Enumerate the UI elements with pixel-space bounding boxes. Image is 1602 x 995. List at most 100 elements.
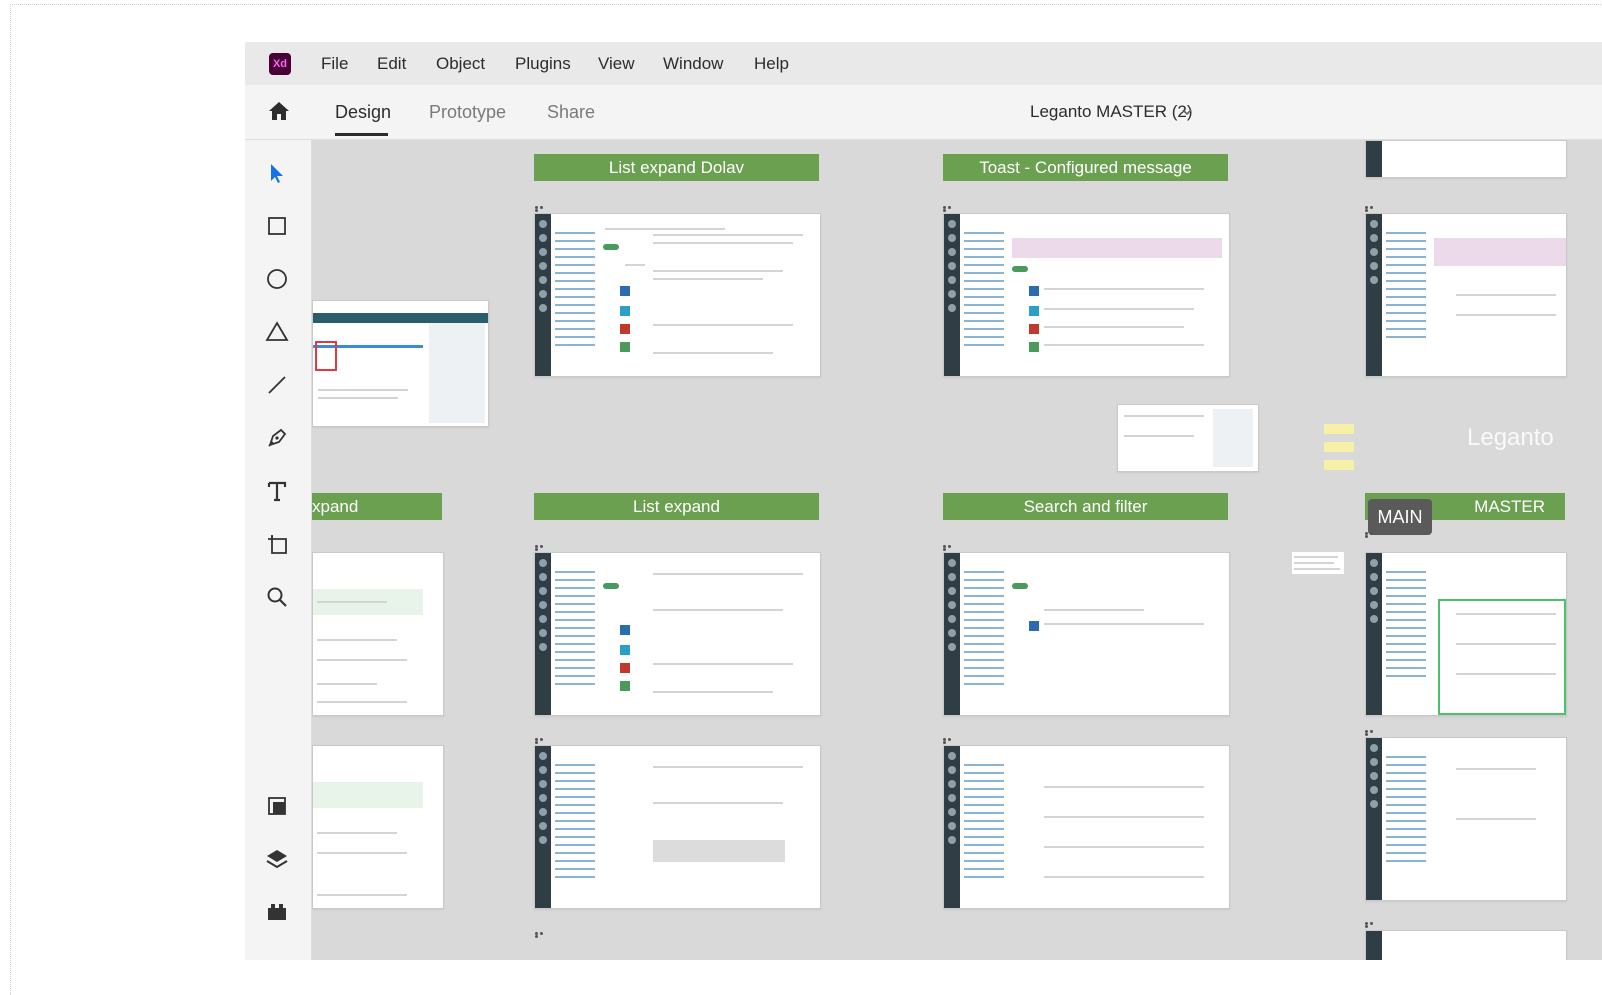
artboard-thumb bbox=[620, 342, 630, 352]
tab-prototype[interactable]: Prototype bbox=[429, 102, 506, 123]
artboard-search-filter-2[interactable] bbox=[943, 745, 1230, 909]
artboard-search-filter[interactable] bbox=[943, 552, 1230, 716]
menu-view[interactable]: View bbox=[598, 54, 635, 74]
chevron-down-icon[interactable] bbox=[1180, 105, 1194, 119]
artboard-list-expand[interactable] bbox=[534, 552, 821, 716]
more-options-icon[interactable] bbox=[535, 932, 549, 938]
artboard-sidebar bbox=[944, 214, 960, 376]
menu-plugins[interactable]: Plugins bbox=[515, 54, 571, 74]
artboard-nav-list bbox=[1382, 565, 1430, 715]
mode-tab-bar: Design Prototype Share Leganto MASTER (2… bbox=[245, 85, 1602, 140]
more-options-icon[interactable] bbox=[535, 206, 549, 212]
artboard-badge bbox=[1012, 583, 1028, 589]
more-options-icon[interactable] bbox=[943, 545, 957, 551]
select-tool-icon[interactable] bbox=[264, 160, 290, 186]
artboard-nav-list bbox=[960, 758, 1008, 908]
artboard-text-line bbox=[625, 264, 645, 266]
leganto-watermark: Leganto bbox=[1467, 424, 1554, 451]
xd-app-icon[interactable]: Xd bbox=[269, 53, 291, 75]
rectangle-tool-icon[interactable] bbox=[264, 213, 290, 239]
artboard-thumb bbox=[620, 645, 630, 655]
more-options-icon[interactable] bbox=[1365, 532, 1379, 538]
artboard-thumb bbox=[620, 324, 630, 334]
more-options-icon[interactable] bbox=[1365, 922, 1379, 928]
artboard-right-4[interactable] bbox=[1365, 930, 1567, 960]
artboard-text-line bbox=[653, 234, 803, 236]
line-tool-icon[interactable] bbox=[264, 372, 290, 398]
reference-screenshot[interactable] bbox=[312, 300, 489, 427]
artboard-thumb bbox=[1029, 324, 1039, 334]
artboard-tool-icon[interactable] bbox=[264, 531, 290, 557]
reference-screenshot[interactable] bbox=[1117, 404, 1259, 472]
xd-window: Xd File Edit Object Plugins View Window … bbox=[245, 42, 1602, 960]
artboard-list-expand-2[interactable] bbox=[534, 745, 821, 909]
sticky-note[interactable] bbox=[1324, 460, 1354, 470]
artboard-thumb bbox=[620, 625, 630, 635]
assets-icon[interactable] bbox=[264, 793, 290, 819]
tab-design[interactable]: Design bbox=[335, 102, 391, 123]
plugins-icon[interactable] bbox=[264, 899, 290, 925]
artboard-nav-list bbox=[551, 758, 599, 908]
more-options-icon[interactable] bbox=[535, 738, 549, 744]
artboard-text-line bbox=[653, 691, 773, 693]
artboard-text-line bbox=[653, 242, 793, 244]
artboard-text-line bbox=[1044, 326, 1184, 328]
home-icon[interactable] bbox=[267, 99, 291, 123]
artboard-text-line bbox=[1456, 294, 1556, 296]
artboard-expand-partial-2[interactable] bbox=[312, 745, 444, 909]
artboard-sidebar bbox=[1366, 214, 1382, 376]
artboard-dropzone bbox=[653, 840, 785, 862]
artboard-thumb bbox=[1029, 621, 1039, 631]
artboard-thumb bbox=[620, 663, 630, 673]
more-options-icon[interactable] bbox=[1365, 730, 1379, 736]
comment-note[interactable] bbox=[1292, 552, 1344, 574]
menu-file[interactable]: File bbox=[321, 54, 348, 74]
artboard-list-expand-dolav[interactable] bbox=[534, 213, 821, 377]
artboard-toast[interactable] bbox=[943, 213, 1230, 377]
sticky-note[interactable] bbox=[1324, 424, 1354, 434]
more-options-icon[interactable] bbox=[535, 545, 549, 551]
layers-icon[interactable] bbox=[264, 846, 290, 872]
tab-share[interactable]: Share bbox=[547, 102, 595, 123]
menu-window[interactable]: Window bbox=[663, 54, 723, 74]
artboard-text-line bbox=[653, 573, 803, 575]
artboard-label-list-expand[interactable]: List expand bbox=[534, 493, 819, 520]
artboard-sidebar bbox=[535, 553, 551, 715]
artboard-thumbnail[interactable] bbox=[1365, 140, 1567, 178]
polygon-tool-icon[interactable] bbox=[264, 319, 290, 345]
artboard-sidebar bbox=[1366, 738, 1382, 900]
artboard-thumb bbox=[1029, 306, 1039, 316]
artboard-label-list-expand-dolav[interactable]: List expand Dolav bbox=[534, 154, 819, 181]
artboard-master[interactable] bbox=[1365, 552, 1567, 716]
artboard-text-line bbox=[1456, 314, 1556, 316]
artboard-label-expand[interactable]: xpand bbox=[312, 493, 442, 520]
pen-tool-icon[interactable] bbox=[264, 425, 290, 451]
artboard-expand-partial[interactable] bbox=[312, 552, 444, 716]
menu-object[interactable]: Object bbox=[436, 54, 485, 74]
main-badge[interactable]: MAIN bbox=[1368, 499, 1432, 535]
artboard-text-line bbox=[605, 228, 725, 230]
artboard-text-line bbox=[653, 609, 783, 611]
artboard-sidebar bbox=[1366, 931, 1382, 960]
tools-panel bbox=[245, 140, 312, 960]
more-options-icon[interactable] bbox=[943, 206, 957, 212]
sticky-note[interactable] bbox=[1324, 442, 1354, 452]
more-options-icon[interactable] bbox=[943, 738, 957, 744]
menu-bar: Xd File Edit Object Plugins View Window … bbox=[245, 42, 1602, 86]
artboard-thumb bbox=[620, 681, 630, 691]
artboard-right-1[interactable] bbox=[1365, 213, 1567, 377]
selected-region bbox=[1438, 599, 1566, 715]
design-canvas[interactable]: List expand Dolav Toast - Configured mes… bbox=[312, 140, 1602, 960]
artboard-right-3[interactable] bbox=[1365, 737, 1567, 901]
menu-edit[interactable]: Edit bbox=[377, 54, 406, 74]
active-tab-indicator bbox=[335, 133, 388, 136]
artboard-thumb bbox=[1029, 286, 1039, 296]
artboard-label-toast[interactable]: Toast - Configured message bbox=[943, 154, 1228, 181]
menu-help[interactable]: Help bbox=[754, 54, 789, 74]
text-tool-icon[interactable] bbox=[264, 478, 290, 504]
zoom-tool-icon[interactable] bbox=[264, 584, 290, 610]
artboard-label-search-filter[interactable]: Search and filter bbox=[943, 493, 1228, 520]
more-options-icon[interactable] bbox=[1365, 206, 1379, 212]
ellipse-tool-icon[interactable] bbox=[264, 266, 290, 292]
document-title[interactable]: Leganto MASTER (2) bbox=[1030, 102, 1193, 122]
